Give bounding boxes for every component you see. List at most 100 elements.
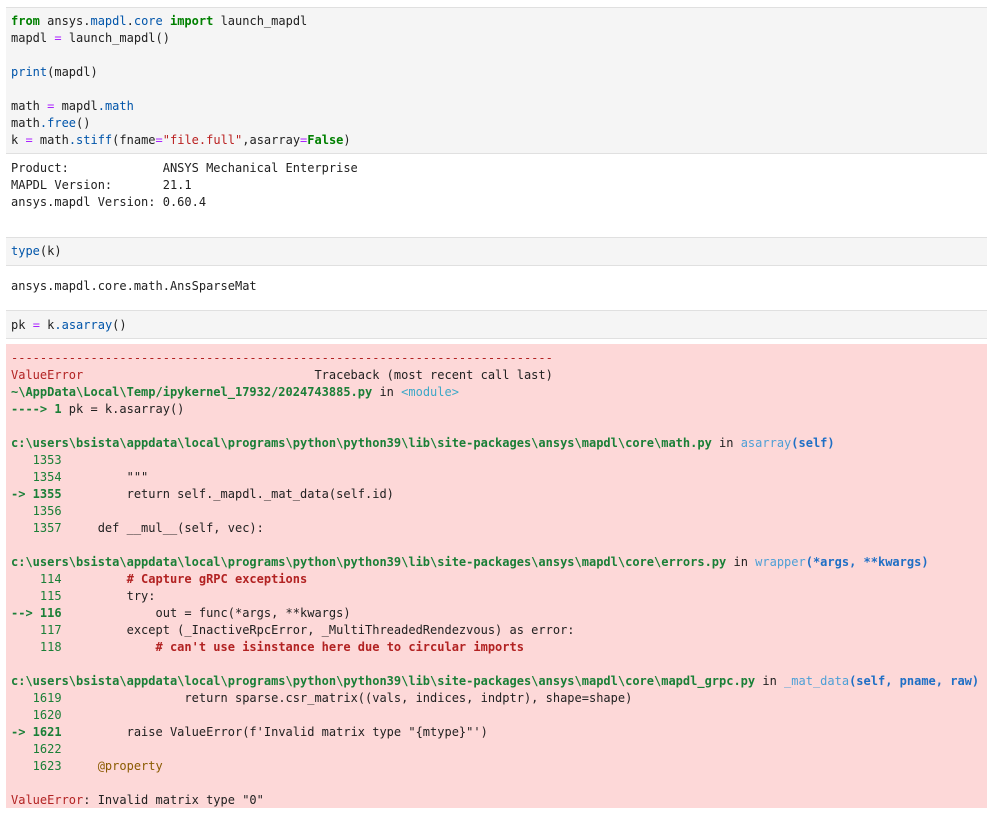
code-token: c:\users\bsista\appdata\local\programs\p… [11,674,756,688]
code-token: return self._mapdl._mat_data(self.id) [61,487,394,501]
code-token: in [755,674,785,688]
code-line: 1620 [6,707,987,724]
code-line: 115 try: [6,588,987,605]
code-token: 1622 [11,742,62,756]
code-token: 114 [11,572,62,586]
code-cell-type-k[interactable]: type(k) [6,237,987,266]
code-token: type [11,244,40,258]
code-line: math = mapdl.math [6,98,987,115]
code-token: in [726,555,756,569]
code-token: 1623 [11,759,62,773]
code-line: ValueError: Invalid matrix type "0" [6,792,987,809]
code-line: type(k) [6,243,987,260]
code-line: 118 # can't use isinstance here due to c… [6,639,987,656]
code-token: in [711,436,741,450]
output-lines: Product: ANSYS Mechanical Enterprise MAPD… [6,160,987,211]
code-line: ----------------------------------------… [6,350,987,367]
code-line: k = math.stiff(fname="file.full",asarray… [6,132,987,149]
code-token: .asarray [54,318,113,332]
code-token: launch_mapdl() [61,31,170,45]
code-line: MAPDL Version: 21.1 [6,177,987,194]
code-token: Traceback (most recent call last) [83,368,553,382]
code-token: ansys. [39,14,91,28]
code-token: ~\AppData\Local\Temp/ipykernel_17932/202… [11,385,373,399]
code-token: c:\users\bsista\appdata\local\programs\p… [11,436,712,450]
code-cell-asarray[interactable]: pk = k.asarray() [6,310,987,339]
code-token: except (_InactiveRpcError, _MultiThreade… [61,623,575,637]
code-line: mapdl = launch_mapdl() [6,30,987,47]
code-token: .stiff [68,133,113,147]
code-token: k [39,318,55,332]
code-token: mapdl [54,99,98,113]
traceback-lines: ----------------------------------------… [6,350,987,809]
code-token: ----------------------------------------… [11,351,553,365]
code-token: ,asarray [242,133,301,147]
code-token: ----> 1 [11,402,62,416]
code-token: Product: ANSYS Mechanical Enterprise [11,161,358,175]
code-token: math [11,116,40,130]
code-token: 1354 [11,470,62,484]
code-token: from [11,14,40,28]
code-token: math [32,133,69,147]
code-token: return sparse.csr_matrix((vals, indices,… [61,691,633,705]
code-line: 1623 @property [6,758,987,775]
code-line: 1356 [6,503,987,520]
code-token: --> 116 [11,606,62,620]
code-token: ValueError [11,368,84,382]
code-token: _mat_data [784,674,850,688]
code-token: 115 [11,589,62,603]
code-line: 114 # Capture gRPC exceptions [6,571,987,588]
code-line: math.free() [6,115,987,132]
code-token: .math [97,99,134,113]
code-token: .free [39,116,77,130]
code-token: # Capture gRPC exceptions [126,572,308,586]
code-token: core [133,14,163,28]
code-line: print(mapdl) [6,64,987,81]
code-token: math [11,99,48,113]
code-token: """ [61,470,149,484]
code-token: (self, pname, raw) [849,674,980,688]
code-token: 117 [11,623,62,637]
code-token: ansys.mapdl Version: 0.60.4 [11,195,207,209]
code-token: False [307,133,344,147]
code-token: mapdl [11,31,55,45]
code-line: -> 1621 raise ValueError(f'Invalid matri… [6,724,987,741]
code-token: . [126,14,134,28]
code-token: ansys.mapdl.core.math.AnsSparseMat [11,279,257,293]
code-cell-launch-mapdl[interactable]: from ansys.mapdl.core import launch_mapd… [6,7,987,154]
code-token: ) [343,133,351,147]
code-token: c:\users\bsista\appdata\local\programs\p… [11,555,727,569]
code-token: 1353 [11,453,62,467]
code-token: pk = k.asarray() [61,402,185,416]
code-token: out = func(*args, **kwargs) [61,606,351,620]
code-token: in [372,385,402,399]
code-token: = [155,133,163,147]
code-token: (fname [112,133,156,147]
code-line: c:\users\bsista\appdata\local\programs\p… [6,673,987,690]
code-token: -> 1355 [11,487,62,501]
code-token: asarray [740,436,792,450]
code-token: (k) [39,244,62,258]
code-token: def __mul__(self, vec): [61,521,264,535]
code-token: mapdl [90,14,127,28]
code-lines: from ansys.mapdl.core import launch_mapd… [6,13,987,149]
code-token: -> 1621 [11,725,62,739]
code-token: () [112,318,127,332]
code-line: ~\AppData\Local\Temp/ipykernel_17932/202… [6,384,987,401]
code-token: : Invalid matrix type "0" [83,793,264,807]
code-token: launch_mapdl [213,14,308,28]
code-line: pk = k.asarray() [6,317,987,334]
code-line: ansys.mapdl Version: 0.60.4 [6,194,987,211]
output-lines: ansys.mapdl.core.math.AnsSparseMat [6,278,987,295]
code-token: = [32,318,40,332]
code-line: 1622 [6,741,987,758]
code-line: 117 except (_InactiveRpcError, _MultiThr… [6,622,987,639]
code-token: 1356 [11,504,62,518]
